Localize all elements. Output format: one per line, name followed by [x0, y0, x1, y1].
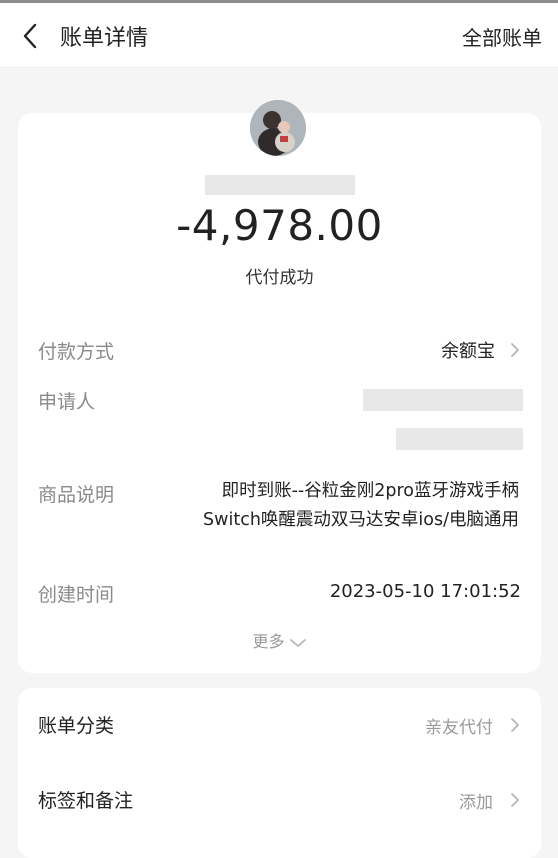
more-toggle[interactable]: 更多 — [18, 628, 541, 652]
product-description-label: 商品说明 — [38, 484, 115, 506]
payment-method-value[interactable]: 余额宝 — [441, 337, 521, 363]
back-arrow-icon — [23, 23, 37, 49]
payment-method-label: 付款方式 — [38, 341, 115, 363]
created-time-value: 2023-05-10 17:01:52 — [329, 581, 521, 602]
tags-notes-row[interactable]: 标签和备注 添加 — [18, 764, 541, 836]
product-description-line-1: 即时到账--谷粒金刚2pro蓝牙游戏手柄 — [221, 481, 519, 501]
more-label: 更多 — [252, 632, 285, 651]
bill-detail-card: -4,978.00 代付成功 付款方式 余额宝 申请人 商品说明 即时到账--谷… — [18, 100, 541, 673]
bill-amount: -4,978.00 — [176, 201, 383, 250]
redacted-applicant-account — [396, 428, 523, 450]
product-description-line-2: Switch唤醒震动双马达安卓ios/电脑通用 — [203, 510, 519, 530]
chevron-right-icon — [511, 343, 519, 357]
bill-category-label: 账单分类 — [38, 715, 115, 737]
chevron-right-icon — [511, 793, 519, 807]
applicant-label: 申请人 — [38, 391, 96, 413]
bill-status: 代付成功 — [245, 268, 314, 288]
top-navigation-bar: 账单详情 全部账单 — [0, 3, 558, 68]
tags-notes-label: 标签和备注 — [38, 790, 134, 812]
created-time-label: 创建时间 — [38, 584, 115, 606]
page-title: 账单详情 — [60, 26, 149, 51]
tags-notes-add: 添加 — [459, 793, 493, 813]
chevron-right-icon — [511, 718, 519, 732]
redacted-merchant-name — [205, 175, 355, 195]
payment-method-text: 余额宝 — [441, 341, 495, 362]
redacted-applicant-name — [363, 389, 523, 411]
bill-category-value: 亲友代付 — [425, 718, 493, 738]
all-bills-link[interactable]: 全部账单 — [462, 22, 542, 51]
back-button[interactable] — [18, 19, 48, 53]
chevron-down-icon — [289, 638, 306, 647]
avatar — [250, 100, 306, 156]
product-description-value: 即时到账--谷粒金刚2pro蓝牙游戏手柄 Switch唤醒震动双马达安卓ios/… — [149, 477, 519, 535]
bill-category-row[interactable]: 账单分类 亲友代付 — [18, 688, 541, 760]
bill-extra-card: 账单分类 亲友代付 标签和备注 添加 — [18, 688, 541, 858]
